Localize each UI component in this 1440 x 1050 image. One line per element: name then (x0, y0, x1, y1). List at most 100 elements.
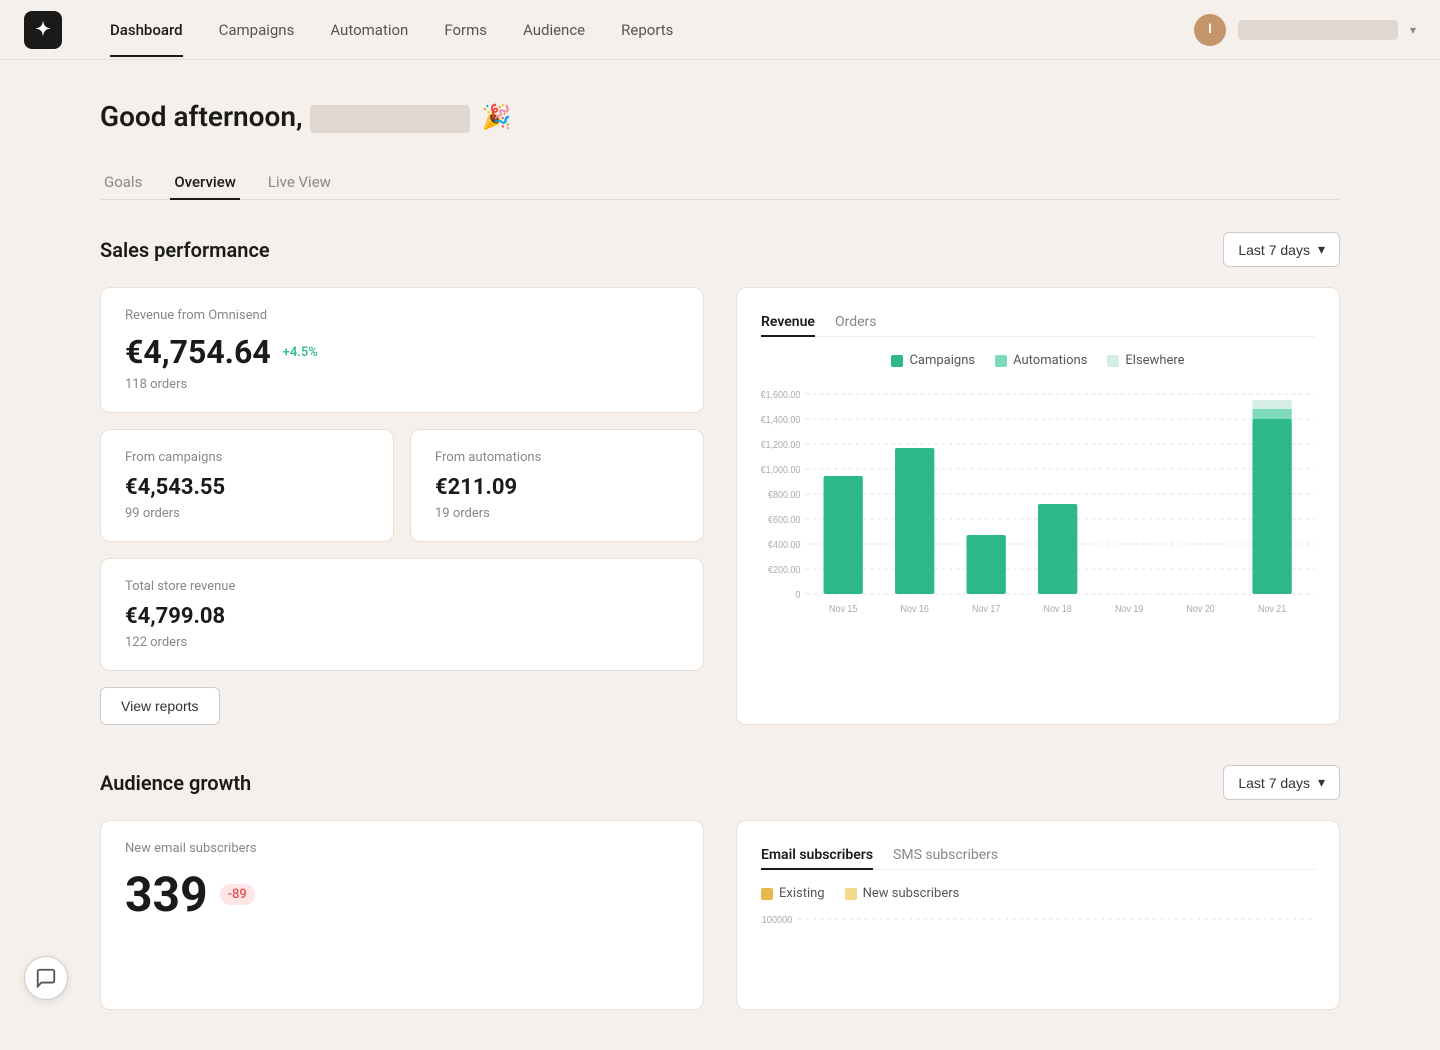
svg-text:€400.00: €400.00 (768, 540, 800, 552)
greeting-name (310, 105, 470, 133)
audience-tab-email[interactable]: Email subscribers (761, 841, 873, 869)
tab-goals[interactable]: Goals (100, 165, 146, 199)
audience-grid: New email subscribers 339 -89 Email subs… (100, 820, 1340, 1010)
revenue-omnisend-value: €4,754.64 +4.5% (125, 333, 679, 371)
total-store-revenue-orders: 122 orders (125, 635, 679, 650)
sales-section-header: Sales performance Last 7 days ▾ (100, 232, 1340, 267)
from-campaigns-orders: 99 orders (125, 506, 369, 521)
svg-text:Nov 17: Nov 17 (972, 604, 1000, 616)
page-tabs: Goals Overview Live View (100, 165, 1340, 200)
chart-svg: €1,600.00 €1,400.00 €1,200.00 €1,000.00 … (761, 384, 1315, 664)
revenue-omnisend-label: Revenue from Omnisend (125, 308, 679, 323)
logo[interactable]: ✦ (24, 11, 62, 49)
audience-chart-svg: 100000 (761, 909, 1315, 989)
greeting: Good afternoon, 🎉 (100, 100, 1340, 133)
legend-campaigns: Campaigns (891, 353, 975, 368)
bar-nov21-elsewhere (1252, 400, 1291, 409)
total-store-revenue-label: Total store revenue (125, 579, 679, 594)
svg-text:Nov 15: Nov 15 (829, 604, 857, 616)
bar-nov15 (824, 476, 863, 594)
tab-live-view[interactable]: Live View (264, 165, 335, 199)
sales-cards: Revenue from Omnisend €4,754.64 +4.5% 11… (100, 287, 704, 725)
audience-tab-sms[interactable]: SMS subscribers (893, 841, 998, 869)
svg-text:100000: 100000 (762, 915, 793, 926)
from-campaigns-value: €4,543.55 (125, 475, 369, 500)
main-content: Good afternoon, 🎉 Goals Overview Live Vi… (0, 60, 1440, 1050)
svg-text:€800.00: €800.00 (768, 490, 800, 502)
nav-forms[interactable]: Forms (428, 13, 503, 47)
audience-chart-area: 100000 (761, 909, 1315, 989)
revenue-omnisend-orders: 118 orders (125, 377, 679, 392)
svg-text:€1,400.00: €1,400.00 (761, 415, 800, 427)
bar-nov21-campaigns (1252, 419, 1291, 594)
nav-reports[interactable]: Reports (605, 13, 689, 47)
bar-nov18 (1038, 504, 1077, 594)
audience-period-dropdown[interactable]: Last 7 days ▾ (1223, 765, 1340, 800)
from-automations-orders: 19 orders (435, 506, 679, 521)
from-campaigns-card: From campaigns €4,543.55 99 orders (100, 429, 394, 542)
audience-subscribers-label: New email subscribers (125, 841, 679, 856)
legend-campaigns-label: Campaigns (909, 353, 975, 368)
greeting-text: Good afternoon, (100, 100, 470, 133)
legend-new-subscribers: New subscribers (845, 886, 960, 901)
sales-title: Sales performance (100, 238, 270, 262)
revenue-omnisend-card: Revenue from Omnisend €4,754.64 +4.5% 11… (100, 287, 704, 413)
chevron-down-icon-audience: ▾ (1318, 774, 1325, 791)
nav-dashboard[interactable]: Dashboard (94, 13, 199, 47)
svg-text:€1,600.00: €1,600.00 (761, 390, 800, 402)
avatar[interactable]: I (1194, 14, 1226, 46)
nav-audience[interactable]: Audience (507, 13, 601, 47)
navbar: ✦ Dashboard Campaigns Automation Forms A… (0, 0, 1440, 60)
chart-tab-orders[interactable]: Orders (835, 308, 877, 336)
tab-overview[interactable]: Overview (170, 165, 240, 199)
total-store-revenue-value: €4,799.08 (125, 604, 679, 629)
subscriber-change: -89 (220, 884, 255, 905)
audience-chart: Email subscribers SMS subscribers Existi… (736, 820, 1340, 1010)
nav-links: Dashboard Campaigns Automation Forms Aud… (94, 13, 1194, 47)
svg-text:Nov 18: Nov 18 (1044, 604, 1072, 616)
svg-text:0: 0 (795, 590, 800, 602)
from-automations-card: From automations €211.09 19 orders (410, 429, 704, 542)
audience-legend: Existing New subscribers (761, 886, 1315, 901)
legend-new-subscribers-dot (845, 888, 857, 900)
svg-text:Nov 19: Nov 19 (1115, 604, 1143, 616)
legend-existing-label: Existing (779, 886, 825, 901)
svg-text:Nov 20: Nov 20 (1186, 604, 1214, 616)
sales-grid: Revenue from Omnisend €4,754.64 +4.5% 11… (100, 287, 1340, 725)
legend-automations: Automations (995, 353, 1087, 368)
svg-text:€1,200.00: €1,200.00 (761, 440, 800, 452)
bar-nov16 (895, 448, 934, 594)
sales-period-dropdown[interactable]: Last 7 days ▾ (1223, 232, 1340, 267)
nav-chevron-icon[interactable]: ▾ (1410, 23, 1416, 37)
legend-automations-dot (995, 355, 1007, 367)
audience-section: Audience growth Last 7 days ▾ New email … (100, 765, 1340, 1010)
revenue-omnisend-amount: €4,754.64 (125, 333, 271, 371)
from-automations-value: €211.09 (435, 475, 679, 500)
legend-elsewhere: Elsewhere (1107, 353, 1184, 368)
bar-nov21-automations (1252, 409, 1291, 419)
svg-text:Nov 16: Nov 16 (901, 604, 929, 616)
nav-campaigns[interactable]: Campaigns (203, 13, 311, 47)
from-automations-label: From automations (435, 450, 679, 465)
svg-text:€600.00: €600.00 (768, 515, 800, 527)
chat-bubble[interactable] (24, 956, 68, 1000)
svg-text:€1,000.00: €1,000.00 (761, 465, 800, 477)
campaign-automation-row: From campaigns €4,543.55 99 orders From … (100, 429, 704, 542)
greeting-prefix: Good afternoon, (100, 100, 303, 133)
chart-tabs: Revenue Orders (761, 308, 1315, 337)
sales-chart: Revenue Orders Campaigns Automations Els… (736, 287, 1340, 725)
sales-period-label: Last 7 days (1238, 242, 1310, 258)
logo-icon: ✦ (35, 19, 50, 40)
view-reports-button[interactable]: View reports (100, 687, 220, 725)
legend-elsewhere-label: Elsewhere (1125, 353, 1184, 368)
subscriber-number: 339 (125, 866, 208, 923)
chart-area: €1,600.00 €1,400.00 €1,200.00 €1,000.00 … (761, 384, 1315, 664)
chart-tab-revenue[interactable]: Revenue (761, 308, 815, 336)
audience-subscribers-card: New email subscribers 339 -89 (100, 820, 704, 1010)
chat-icon (35, 967, 57, 989)
svg-text:€200.00: €200.00 (768, 565, 800, 577)
nav-automation[interactable]: Automation (314, 13, 424, 47)
svg-text:Nov 21: Nov 21 (1258, 604, 1286, 616)
total-store-revenue-card: Total store revenue €4,799.08 122 orders (100, 558, 704, 671)
audience-section-header: Audience growth Last 7 days ▾ (100, 765, 1340, 800)
